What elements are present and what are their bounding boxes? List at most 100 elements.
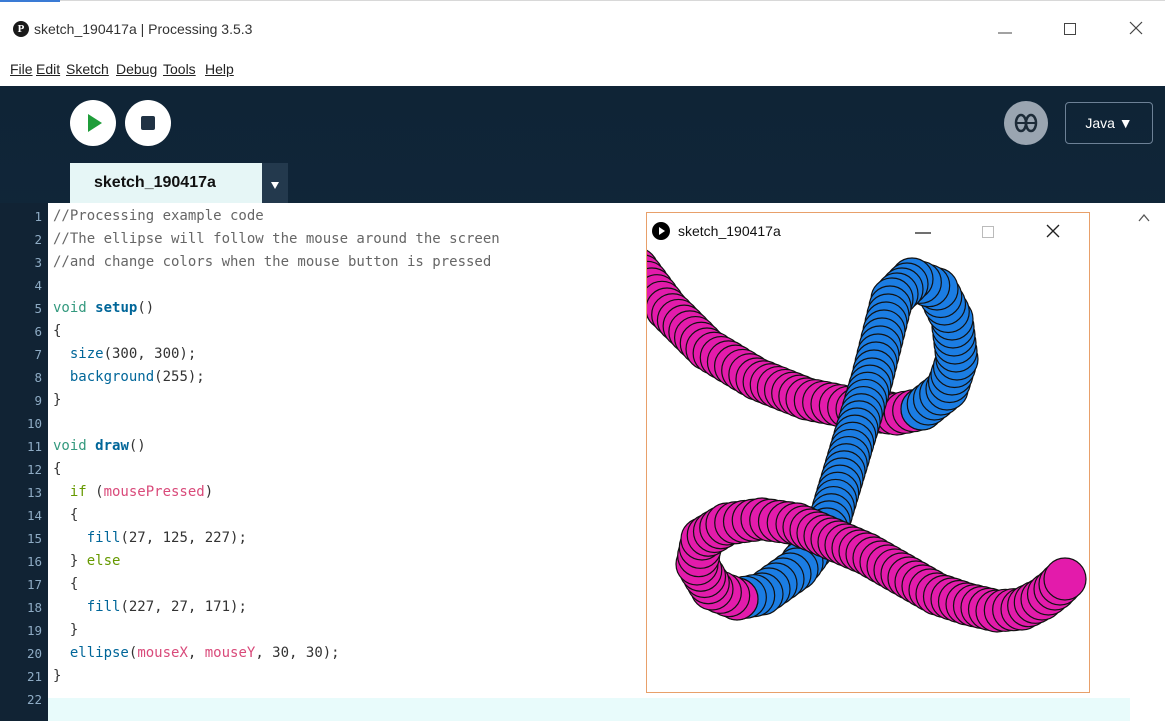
code-line: //The ellipse will follow the mouse arou… <box>53 228 500 251</box>
tab-menu-button[interactable] <box>262 163 288 203</box>
maximize-icon <box>1064 23 1076 35</box>
debugger-button[interactable] <box>1004 101 1048 145</box>
menu-help-label: Help <box>205 61 234 77</box>
menu-help[interactable]: Help <box>205 58 234 80</box>
sketch-window-icon <box>652 222 670 240</box>
code-line: { <box>53 573 78 596</box>
menu-file-label: File <box>10 61 33 77</box>
code-token: size <box>69 346 104 362</box>
code-token: { <box>53 576 79 592</box>
code-line: } else <box>53 550 121 573</box>
code-token: , <box>187 645 205 661</box>
line-number: 7 <box>34 347 42 362</box>
code-line: if (mousePressed) <box>53 481 213 504</box>
sketch-canvas[interactable] <box>647 249 1089 692</box>
window-title: sketch_190417a | Processing 3.5.3 <box>34 21 253 37</box>
code-token: //Processing example code <box>53 208 264 224</box>
title-bar-accent <box>0 0 60 2</box>
code-token: draw <box>95 438 129 454</box>
code-line: fill(27, 125, 227); <box>53 527 247 550</box>
line-number: 16 <box>26 554 42 569</box>
line-number-gutter: 1 2 3 4 5 6 7 8 9 10 11 12 13 14 15 16 17 18 19 20 21 22 <box>0 203 48 721</box>
code-line: } <box>53 389 61 412</box>
code-line: background(255); <box>53 366 205 389</box>
code-line: ellipse(mouseX, mouseY, 30, 30); <box>53 642 340 665</box>
run-button[interactable] <box>70 100 116 146</box>
menu-file[interactable]: File <box>10 58 33 80</box>
close-button[interactable] <box>1121 16 1151 42</box>
close-icon <box>1129 21 1143 35</box>
line-number: 22 <box>26 692 42 707</box>
code-token: ) <box>204 484 214 500</box>
line-number: 1 <box>34 209 42 224</box>
code-line: { <box>53 458 61 481</box>
minimize-icon <box>915 232 931 234</box>
line-number: 21 <box>26 669 42 684</box>
code-token: (255); <box>154 369 205 385</box>
code-line: } <box>53 665 61 688</box>
menu-debug-label: Debug <box>116 61 158 77</box>
code-token: (27, 125, 227); <box>120 530 247 546</box>
line-number: 17 <box>26 577 42 592</box>
code-token: { <box>53 507 79 523</box>
tab-sketch[interactable]: sketch_190417a <box>70 163 262 203</box>
menu-edit-label: Edit <box>36 61 61 77</box>
tab-menu-icon <box>271 182 279 189</box>
line-number: 2 <box>34 232 42 247</box>
code-token: () <box>128 438 146 454</box>
code-token: { <box>53 323 62 339</box>
line-number: 4 <box>34 278 42 293</box>
code-token: (227, 27, 171); <box>120 599 247 615</box>
stop-button[interactable] <box>125 100 171 146</box>
title-bar-border <box>0 0 1165 1</box>
menu-debug[interactable]: Debug <box>116 58 157 80</box>
code-token: setup <box>95 300 138 316</box>
line-number: 20 <box>26 646 42 661</box>
code-line: fill(227, 27, 171); <box>53 596 247 619</box>
code-token: else <box>86 553 121 569</box>
menu-tools[interactable]: Tools <box>163 58 196 80</box>
code-token: } <box>53 622 79 638</box>
code-token: //and change colors when the mouse butto… <box>53 254 492 270</box>
sketch-window-title: sketch_190417a <box>678 223 781 239</box>
sketch-minimize-button[interactable] <box>911 221 935 243</box>
stop-icon <box>141 116 155 130</box>
code-token: mouseY <box>204 645 256 661</box>
code-token: void <box>53 438 96 454</box>
minimize-button[interactable] <box>990 16 1020 42</box>
line-number: 13 <box>26 485 42 500</box>
menu-edit[interactable]: Edit <box>36 58 60 80</box>
code-token: if <box>69 484 87 500</box>
sketch-close-button[interactable] <box>1042 221 1066 243</box>
sketch-maximize-button[interactable] <box>976 221 1000 243</box>
menu-sketch[interactable]: Sketch <box>66 58 109 80</box>
line-number: 8 <box>34 370 42 385</box>
code-token: ellipse <box>69 645 129 661</box>
close-icon <box>1046 224 1060 238</box>
sketch-output-window[interactable]: sketch_190417a <box>646 212 1090 693</box>
line-number: 10 <box>26 416 42 431</box>
mode-selector[interactable]: Java ▼ <box>1065 102 1153 144</box>
code-token: fill <box>86 530 121 546</box>
menu-bar: File Edit Sketch Debug Tools Help <box>0 58 1165 82</box>
line-number: 6 <box>34 324 42 339</box>
code-token: } <box>53 668 62 684</box>
sketch-drawing <box>647 249 1087 633</box>
title-bar: P sketch_190417a | Processing 3.5.3 <box>0 0 1165 52</box>
code-token: //The ellipse will follow the mouse arou… <box>53 231 500 247</box>
editor-scrollbar[interactable] <box>1130 203 1165 721</box>
maximize-button[interactable] <box>1055 16 1085 42</box>
line-number: 3 <box>34 255 42 270</box>
line-number: 15 <box>26 531 42 546</box>
code-token: , 30, 30); <box>255 645 340 661</box>
current-line-highlight <box>48 698 1130 721</box>
code-token: void <box>53 300 96 316</box>
code-line: void setup() <box>53 297 154 320</box>
code-token: mouseX <box>137 645 188 661</box>
line-number: 11 <box>26 439 42 454</box>
